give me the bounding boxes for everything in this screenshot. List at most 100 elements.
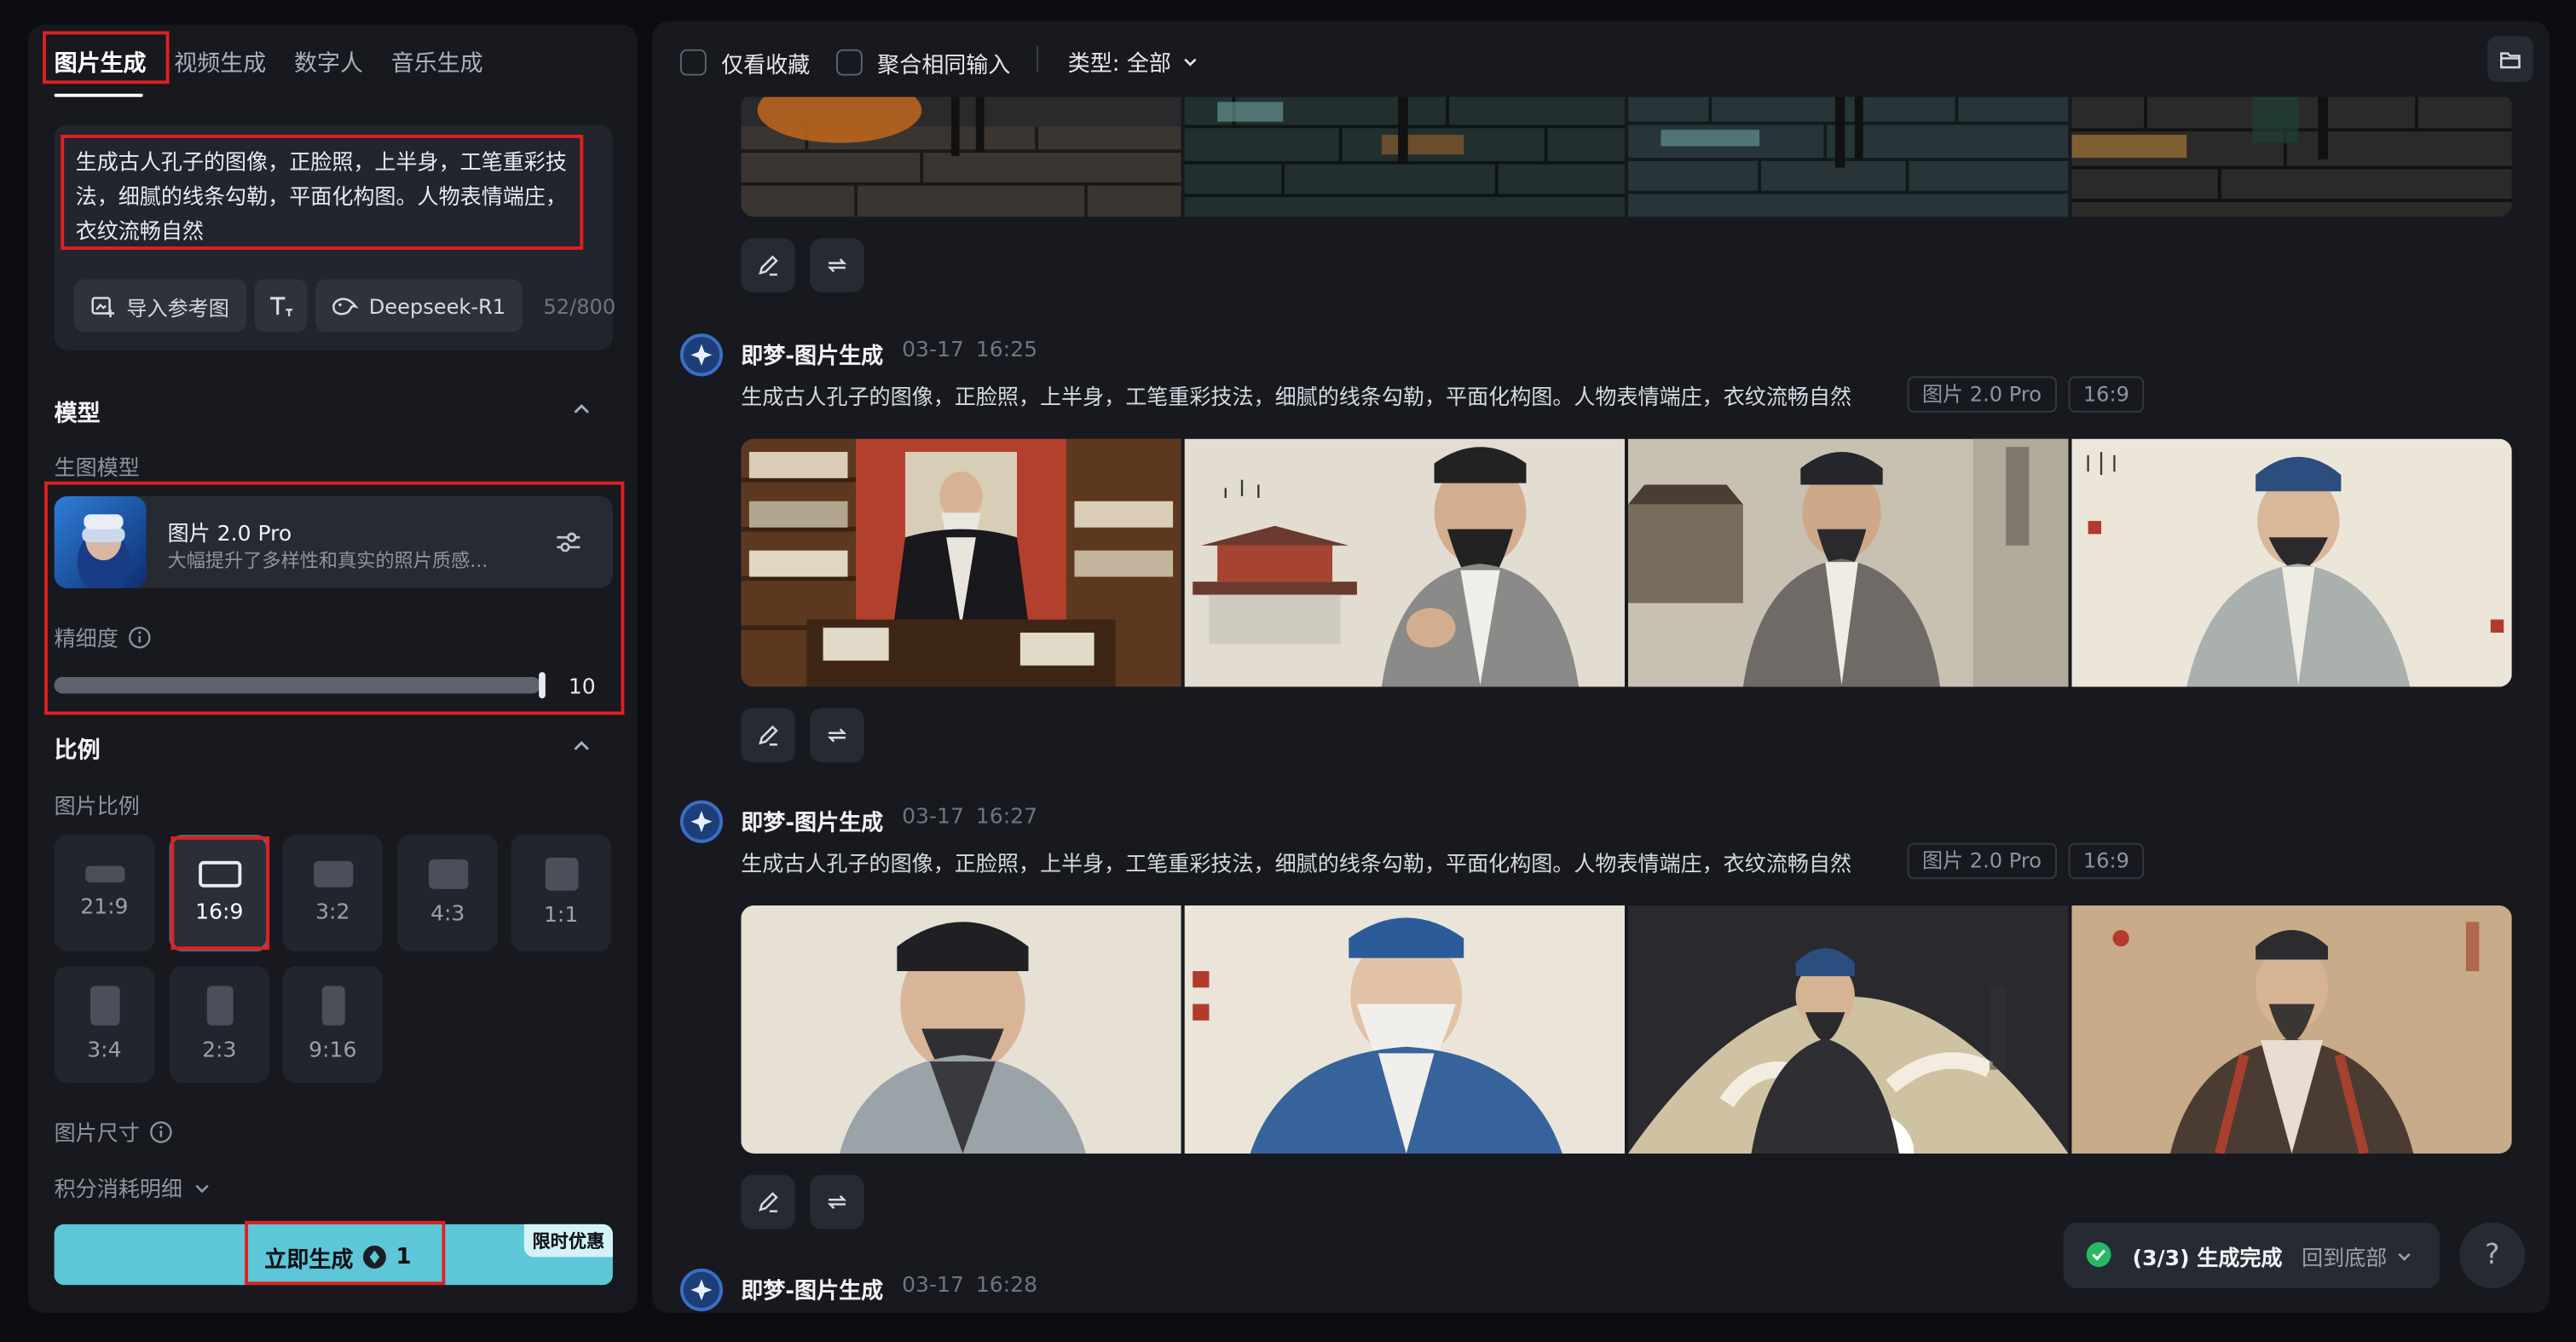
- prompt-input[interactable]: 生成古人孔子的图像，正脸照，上半身，工笔重彩技法，细腻的线条勾勒，平面化构图。人…: [76, 147, 577, 250]
- entry-time: 16:27: [975, 805, 1038, 830]
- import-reference-button[interactable]: 导入参考图: [73, 279, 246, 333]
- ratio-shape: [313, 860, 353, 888]
- deepseek-label: Deepseek-R1: [368, 293, 506, 318]
- favorites-only-checkbox[interactable]: 仅看收藏: [679, 46, 811, 79]
- ratio-label-1-1: 1:1: [543, 904, 579, 928]
- image-size-text: 图片尺寸: [54, 1122, 140, 1148]
- entry-source-name: 即梦-图片生成: [741, 343, 884, 370]
- ratio-3-2[interactable]: 3:2: [282, 835, 384, 952]
- import-reference-label: 导入参考图: [126, 294, 229, 320]
- ratio-2-3[interactable]: 2:3: [169, 966, 270, 1084]
- image-size-label[interactable]: 图片尺寸: [54, 1116, 173, 1148]
- ratio-21-9[interactable]: 21:9: [54, 835, 155, 952]
- image-row-previous: [741, 93, 2512, 217]
- ratio-label-3-2: 3:2: [315, 900, 350, 926]
- regenerate-button[interactable]: [810, 238, 864, 293]
- tab-image-gen[interactable]: 图片生成: [55, 46, 147, 79]
- generated-image[interactable]: [741, 438, 1181, 687]
- points-detail-text: 积分消耗明细: [54, 1177, 182, 1203]
- entry-date: 03-17: [902, 338, 964, 363]
- merge-same-input-checkbox[interactable]: 聚合相同输入: [835, 46, 1010, 79]
- model-description: 大幅提升了多样性和真实的照片质感...: [167, 548, 488, 572]
- generate-button[interactable]: 立即生成 1 限时优惠: [54, 1223, 613, 1286]
- ratio-label-3-4: 3:4: [87, 1038, 122, 1063]
- folder-button[interactable]: [2486, 36, 2533, 83]
- generated-image[interactable]: [741, 905, 1181, 1154]
- sparkle-icon: [690, 344, 713, 366]
- info-icon[interactable]: [149, 1119, 172, 1142]
- points-detail-toggle[interactable]: 积分消耗明细: [55, 1171, 212, 1203]
- avatar: [679, 800, 724, 843]
- refresh-icon: [827, 258, 847, 273]
- entry-time: 16:28: [975, 1273, 1038, 1299]
- deepseek-model-chip[interactable]: Deepseek-R1: [315, 279, 523, 333]
- chevron-down-icon: [195, 1183, 209, 1193]
- regenerate-button[interactable]: [810, 1175, 864, 1229]
- info-icon[interactable]: [128, 625, 151, 648]
- generated-image[interactable]: [2071, 93, 2512, 217]
- type-filter-label: 类型: 全部: [1067, 50, 1171, 78]
- folder-icon: [2500, 51, 2521, 68]
- ratio-shape: [428, 859, 468, 889]
- results-panel: 仅看收藏 聚合相同输入 类型: 全部 即梦-图片生成 03-17 16:25 生…: [652, 21, 2550, 1313]
- image-add-icon: [91, 296, 115, 317]
- entry-date: 03-17: [902, 1273, 964, 1299]
- entry-source-name: 即梦-图片生成: [741, 1278, 884, 1305]
- status-text: (3/3) 生成完成: [2132, 1247, 2283, 1272]
- tab-video-gen[interactable]: 视频生成: [174, 46, 266, 79]
- help-button[interactable]: ?: [2459, 1222, 2526, 1289]
- type-filter-dropdown[interactable]: 类型: 全部: [1068, 44, 1199, 78]
- regenerate-button[interactable]: [810, 708, 864, 763]
- points-icon: [362, 1245, 386, 1269]
- chevron-up-icon[interactable]: [570, 735, 593, 758]
- chevron-up-icon[interactable]: [570, 397, 593, 420]
- ratio-label-text: 图片比例: [54, 795, 140, 820]
- generated-image[interactable]: [741, 93, 1181, 217]
- slider-fill: [54, 677, 541, 694]
- ratio-1-1[interactable]: 1:1: [511, 835, 611, 952]
- pencil-icon: [759, 1192, 778, 1212]
- slider-handle[interactable]: [539, 672, 546, 699]
- generated-image[interactable]: [1627, 438, 2069, 687]
- check-circle-icon: [2086, 1242, 2111, 1267]
- left-panel: 图片生成 视频生成 数字人 音乐生成 生成古人孔子的图像，正脸照，上半身，工笔重…: [27, 24, 638, 1313]
- ratio-9-16[interactable]: 9:16: [282, 966, 384, 1084]
- edit-button[interactable]: [741, 708, 795, 763]
- generate-label: 立即生成 1: [264, 1241, 411, 1274]
- edit-button[interactable]: [741, 238, 795, 293]
- ratio-4-3[interactable]: 4:3: [397, 835, 498, 952]
- back-to-bottom-button[interactable]: 回到底部: [2302, 1241, 2413, 1272]
- generated-image[interactable]: [2071, 905, 2512, 1154]
- text-style-button[interactable]: [253, 279, 307, 333]
- ratio-shape: [90, 986, 119, 1026]
- ratio-3-4[interactable]: 3:4: [54, 966, 155, 1084]
- ratio-label-2-3: 2:3: [202, 1038, 237, 1063]
- settings-sliders-icon[interactable]: [554, 528, 584, 558]
- prompt-tools: 导入参考图 Deepseek-R1 52/800: [73, 279, 615, 333]
- generated-image[interactable]: [1184, 905, 1626, 1154]
- generated-image[interactable]: [1627, 93, 2069, 217]
- generated-image[interactable]: [2071, 438, 2512, 687]
- image-row: [741, 438, 2512, 687]
- ratio-shape: [198, 860, 241, 888]
- ratio-shape: [544, 858, 578, 891]
- favorites-label: 仅看收藏: [721, 52, 811, 79]
- refresh-icon: [827, 728, 847, 743]
- detail-slider[interactable]: [54, 672, 546, 699]
- edit-button[interactable]: [741, 1175, 795, 1229]
- checkbox-box: [835, 49, 863, 76]
- model-selector[interactable]: 图片 2.0 Pro 大幅提升了多样性和真实的照片质感...: [54, 496, 613, 588]
- toolbar-divider: [1037, 45, 1039, 72]
- entry-prompt: 生成古人孔子的图像，正脸照，上半身，工笔重彩技法，细腻的线条勾勒，平面化构图。人…: [741, 385, 1852, 411]
- generation-status-bar: (3/3) 生成完成 回到底部: [2063, 1222, 2440, 1289]
- generated-image[interactable]: [1627, 905, 2069, 1154]
- toolbar: 仅看收藏 聚合相同输入 类型: 全部: [652, 21, 2550, 97]
- tab-digital-human[interactable]: 数字人: [294, 46, 363, 79]
- pencil-icon: [759, 725, 778, 746]
- tab-music-gen[interactable]: 音乐生成: [391, 46, 483, 79]
- generated-image[interactable]: [1184, 93, 1626, 217]
- chevron-down-icon: [1183, 57, 1197, 66]
- prompt-card: 生成古人孔子的图像，正脸照，上半身，工笔重彩技法，细腻的线条勾勒，平面化构图。人…: [54, 124, 615, 350]
- generated-image[interactable]: [1184, 438, 1626, 687]
- ratio-16-9[interactable]: 16:9: [169, 835, 270, 952]
